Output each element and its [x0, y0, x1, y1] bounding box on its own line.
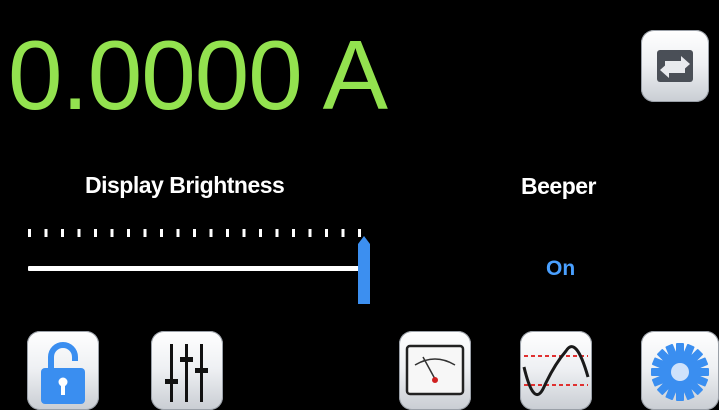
- gear-icon: [651, 343, 709, 401]
- settings-button[interactable]: [641, 331, 719, 410]
- mixer-sliders-icon: [165, 344, 208, 402]
- current-reading: 0.0000 A: [8, 20, 388, 130]
- waveform-icon: [522, 345, 590, 396]
- meter-button[interactable]: [399, 331, 471, 410]
- instrument-screen: 0.0000 A Display Brightness Beeper On: [0, 0, 719, 410]
- unlock-icon: [41, 342, 85, 404]
- display-brightness-label: Display Brightness: [85, 172, 285, 198]
- lock-button[interactable]: [27, 331, 99, 410]
- beeper-label: Beeper: [521, 173, 596, 199]
- sync-icon: [657, 50, 693, 82]
- brightness-slider-track[interactable]: [28, 266, 360, 271]
- mixer-button[interactable]: [151, 331, 223, 410]
- beeper-toggle[interactable]: On: [546, 257, 575, 281]
- sync-button[interactable]: [641, 30, 709, 102]
- brightness-scale-ticks: [28, 229, 368, 237]
- analog-meter-icon: [405, 344, 465, 396]
- brightness-slider-thumb[interactable]: [358, 236, 370, 304]
- waveform-button[interactable]: [520, 331, 592, 410]
